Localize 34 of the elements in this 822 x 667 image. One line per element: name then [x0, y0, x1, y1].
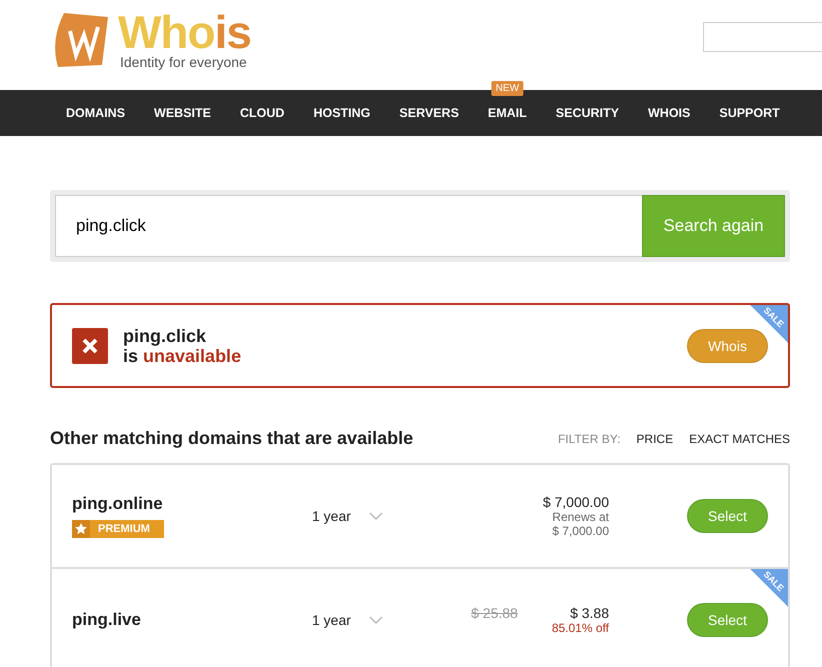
- result-status: is unavailable: [123, 346, 242, 366]
- nav-item[interactable]: SECURITY: [556, 106, 619, 120]
- nav-item[interactable]: CLOUD: [240, 106, 284, 120]
- price: $ 3.88: [570, 605, 609, 621]
- new-badge: NEW: [492, 81, 524, 96]
- section-heading: Other matching domains that are available: [50, 428, 414, 449]
- filter-link[interactable]: PRICE: [636, 432, 674, 446]
- old-price: $ 25.88: [471, 605, 518, 623]
- domain-name: ping.online: [72, 494, 164, 514]
- result-domain: ping.click: [123, 326, 208, 346]
- price: $ 7,000.00: [542, 494, 609, 510]
- header-search-field[interactable]: [703, 22, 822, 52]
- nav-item[interactable]: WEBSITE: [154, 106, 211, 120]
- nav-item[interactable]: SUPPORT: [719, 106, 780, 120]
- term-select[interactable]: 1 year: [312, 508, 351, 524]
- filter-link[interactable]: EXACT MATCHES: [689, 432, 790, 446]
- term-select[interactable]: 1 year: [312, 612, 351, 628]
- nav-item[interactable]: EMAIL: [488, 106, 527, 120]
- premium-badge: PREMIUM: [72, 520, 164, 538]
- filter-label: FILTER BY:: [558, 432, 620, 446]
- search-field[interactable]: ping.click: [55, 195, 642, 257]
- discount: 85.01% off: [552, 621, 609, 635]
- domain-name: ping.live: [72, 610, 142, 630]
- nav-item[interactable]: HOSTING: [313, 106, 370, 120]
- chevron-down-icon: [368, 511, 383, 521]
- nav-item[interactable]: WHOIS: [648, 106, 690, 120]
- close-icon: [72, 328, 108, 364]
- renew-label: Renews at: [552, 510, 609, 524]
- logo-wordmark: Whois: [118, 10, 251, 54]
- renew-price: $ 7,000.00: [552, 524, 609, 538]
- tagline: Identity for everyone: [120, 54, 248, 70]
- nav-item[interactable]: DOMAINS: [66, 106, 126, 120]
- chevron-down-icon: [368, 615, 383, 625]
- nav-item[interactable]: SERVERS: [399, 106, 459, 120]
